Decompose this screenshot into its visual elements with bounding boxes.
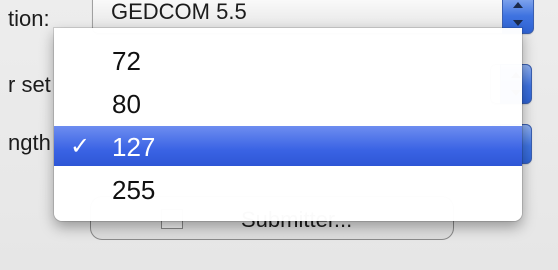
checkmark-icon: ✓ [70,133,91,160]
menu-item-label: 80 [112,89,141,119]
menu-item-72[interactable]: 72 [54,40,522,80]
menu-item-80[interactable]: 80 [54,83,522,123]
menu-item-127[interactable]: ✓ 127 [54,126,522,166]
character-set-label: r set [8,72,51,97]
line-length-menu: 72 80 ✓ 127 255 [54,28,522,221]
line-length-label: ngth [8,130,51,155]
version-popup-value: GEDCOM 5.5 [111,0,247,24]
menu-item-label: 127 [112,132,156,162]
menu-item-label: 255 [112,175,156,205]
menu-item-label: 72 [112,46,141,76]
menu-item-255[interactable]: 255 [54,169,522,209]
